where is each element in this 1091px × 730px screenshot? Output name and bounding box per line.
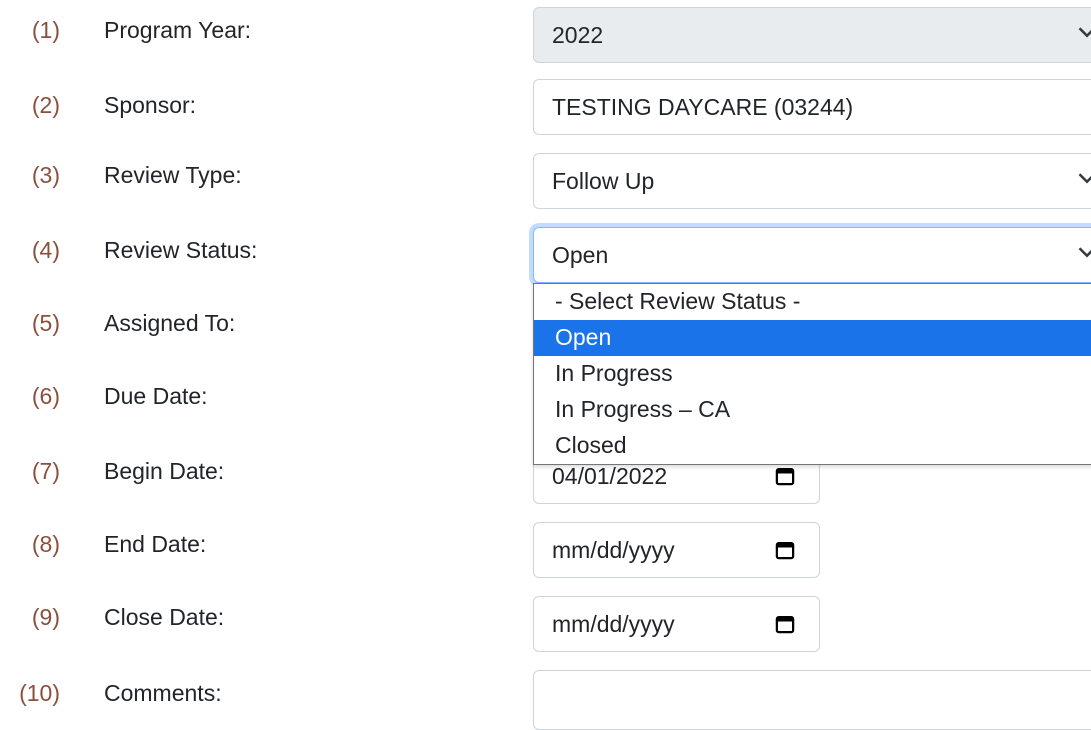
label-end-date: End Date: [104, 531, 207, 557]
label-begin-date: Begin Date: [104, 458, 225, 484]
row-number-4: (4) [31, 237, 60, 263]
begin-date-value: 04/01/2022 [552, 462, 668, 489]
row-number-10: (10) [19, 680, 60, 706]
sponsor-value: TESTING DAYCARE (03244) [552, 93, 854, 120]
label-sponsor: Sponsor: [104, 92, 197, 118]
close-date-placeholder: mm/dd/yyyy [552, 610, 675, 637]
label-review-type: Review Type: [104, 162, 242, 188]
label-review-status: Review Status: [104, 237, 258, 263]
calendar-icon[interactable] [775, 540, 795, 560]
label-assigned-to: Assigned To: [104, 310, 236, 336]
row-number-7: (7) [31, 458, 60, 484]
row-number-1: (1) [31, 17, 60, 43]
close-date-input[interactable]: mm/dd/yyyy [533, 596, 820, 652]
program-year-value: 2022 [552, 21, 604, 48]
chevron-down-icon [1078, 27, 1091, 38]
sponsor-field[interactable]: TESTING DAYCARE (03244) [533, 79, 1091, 135]
label-program-year: Program Year: [104, 17, 252, 43]
label-close-date: Close Date: [104, 604, 225, 630]
review-status-select[interactable]: Open [533, 227, 1091, 283]
review-type-value: Follow Up [552, 167, 655, 194]
row-number-6: (6) [31, 383, 60, 409]
comments-textarea[interactable] [533, 670, 1091, 730]
option-open[interactable]: Open [534, 320, 1091, 356]
option-closed[interactable]: Closed [534, 428, 1091, 464]
end-date-placeholder: mm/dd/yyyy [552, 536, 675, 563]
chevron-down-icon [1078, 247, 1091, 258]
option-in-progress-ca[interactable]: In Progress – CA [534, 392, 1091, 428]
row-number-8: (8) [31, 531, 60, 557]
row-number-9: (9) [31, 604, 60, 630]
chevron-down-icon [1078, 173, 1091, 184]
label-comments: Comments: [104, 680, 222, 706]
row-number-5: (5) [31, 310, 60, 336]
row-number-2: (2) [31, 92, 60, 118]
program-year-select[interactable]: 2022 [533, 7, 1091, 63]
option-in-progress[interactable]: In Progress [534, 356, 1091, 392]
option-select-review-status[interactable]: - Select Review Status - [534, 284, 1091, 320]
calendar-icon[interactable] [775, 614, 795, 634]
calendar-icon[interactable] [775, 466, 795, 486]
review-status-dropdown[interactable]: - Select Review Status - Open In Progres… [533, 283, 1091, 465]
row-number-3: (3) [31, 162, 60, 188]
end-date-input[interactable]: mm/dd/yyyy [533, 522, 820, 578]
label-due-date: Due Date: [104, 383, 208, 409]
review-status-value: Open [552, 241, 609, 268]
review-type-select[interactable]: Follow Up [533, 153, 1091, 209]
